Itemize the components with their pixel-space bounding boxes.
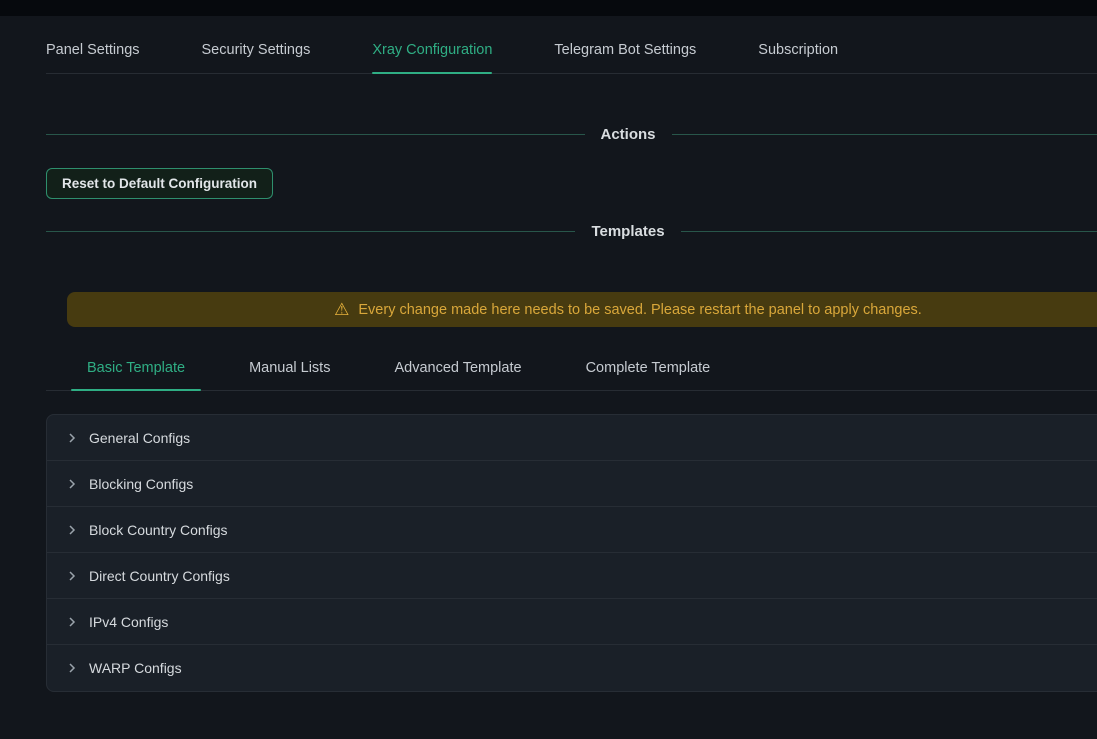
config-collapse-list: General Configs Blocking Configs Block C… <box>46 414 1097 692</box>
chevron-right-icon <box>67 617 77 627</box>
actions-section-divider: Actions <box>46 126 1097 143</box>
collapse-panel-blocking-configs[interactable]: Blocking Configs <box>47 461 1097 507</box>
warning-alert-text: Every change made here needs to be saved… <box>358 302 921 318</box>
collapse-panel-label: Blocking Configs <box>89 476 193 492</box>
chevron-right-icon <box>67 571 77 581</box>
collapse-panel-label: Direct Country Configs <box>89 568 230 584</box>
chevron-right-icon <box>67 525 77 535</box>
collapse-panel-label: General Configs <box>89 430 190 446</box>
tab-xray-configuration[interactable]: Xray Configuration <box>372 42 492 73</box>
tab-basic-template[interactable]: Basic Template <box>71 360 201 390</box>
chevron-right-icon <box>67 433 77 443</box>
actions-divider-label: Actions <box>585 126 672 143</box>
collapse-panel-label: IPv4 Configs <box>89 614 168 630</box>
tab-advanced-template[interactable]: Advanced Template <box>378 360 537 390</box>
tab-security-settings[interactable]: Security Settings <box>202 42 311 73</box>
warning-triangle-icon: ⚠ <box>334 301 349 318</box>
collapse-panel-label: Block Country Configs <box>89 522 228 538</box>
reset-default-configuration-button[interactable]: Reset to Default Configuration <box>46 168 273 199</box>
chevron-right-icon <box>67 479 77 489</box>
collapse-panel-direct-country-configs[interactable]: Direct Country Configs <box>47 553 1097 599</box>
collapse-panel-general-configs[interactable]: General Configs <box>47 415 1097 461</box>
template-tab-bar: Basic Template Manual Lists Advanced Tem… <box>46 360 1097 391</box>
chevron-right-icon <box>67 663 77 673</box>
tab-subscription[interactable]: Subscription <box>758 42 838 73</box>
tab-manual-lists[interactable]: Manual Lists <box>233 360 346 390</box>
warning-alert: ⚠ Every change made here needs to be sav… <box>67 292 1097 327</box>
settings-tab-bar: Panel Settings Security Settings Xray Co… <box>46 16 1097 74</box>
tab-complete-template[interactable]: Complete Template <box>570 360 727 390</box>
tab-panel-settings[interactable]: Panel Settings <box>46 42 140 73</box>
tab-telegram-bot-settings[interactable]: Telegram Bot Settings <box>554 42 696 73</box>
collapse-panel-label: WARP Configs <box>89 660 182 676</box>
collapse-panel-warp-configs[interactable]: WARP Configs <box>47 645 1097 691</box>
templates-section-divider: Templates <box>46 223 1097 240</box>
collapse-panel-ipv4-configs[interactable]: IPv4 Configs <box>47 599 1097 645</box>
templates-divider-label: Templates <box>575 223 680 240</box>
settings-page: Panel Settings Security Settings Xray Co… <box>46 16 1097 692</box>
collapse-panel-block-country-configs[interactable]: Block Country Configs <box>47 507 1097 553</box>
top-bar <box>0 0 1097 16</box>
